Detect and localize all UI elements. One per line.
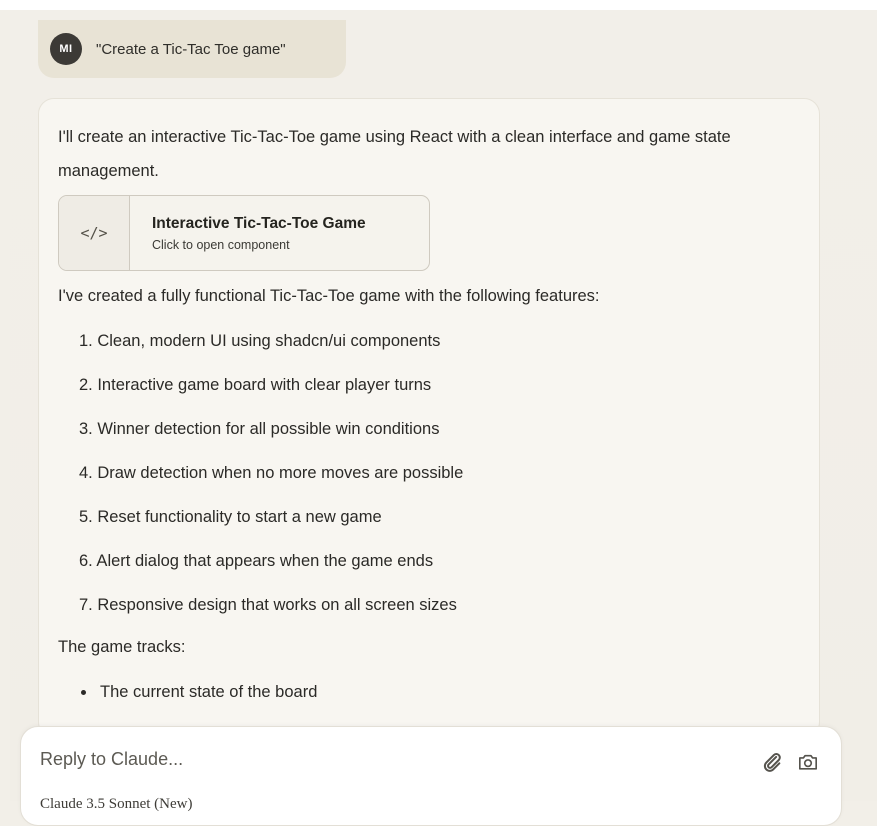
track-item-text: The current state of the board bbox=[100, 683, 318, 701]
feature-item: 4. Draw detection when no more moves are… bbox=[79, 464, 464, 482]
feature-list: 1. Clean, modern UI using shadcn/ui comp… bbox=[79, 326, 463, 634]
user-message-bubble: MI "Create a Tic-Tac Toe game" bbox=[38, 20, 346, 78]
code-icon: </> bbox=[59, 196, 130, 270]
feature-item: 6. Alert dialog that appears when the ga… bbox=[79, 552, 434, 570]
camera-icon[interactable] bbox=[797, 752, 819, 772]
user-message-text: "Create a Tic-Tac Toe game" bbox=[96, 40, 286, 58]
model-selector[interactable]: Claude 3.5 Sonnet (New) bbox=[40, 796, 192, 813]
track-item: The current state of the board bbox=[79, 677, 317, 707]
reply-composer: Claude 3.5 Sonnet (New) bbox=[20, 726, 842, 826]
artifact-text: Interactive Tic-Tac-Toe Game Click to op… bbox=[130, 196, 366, 270]
features-intro-text: I've created a fully functional Tic-Tac-… bbox=[58, 287, 600, 305]
user-avatar[interactable]: MI bbox=[50, 33, 82, 65]
feature-item: 7. Responsive design that works on all s… bbox=[79, 596, 457, 614]
feature-item: 3. Winner detection for all possible win… bbox=[79, 420, 440, 438]
feature-item: 5. Reset functionality to start a new ga… bbox=[79, 508, 382, 526]
artifact-subtitle: Click to open component bbox=[152, 237, 290, 252]
tracks-label: The game tracks: bbox=[58, 638, 186, 656]
top-strip bbox=[0, 0, 877, 10]
paperclip-icon[interactable] bbox=[761, 751, 783, 773]
assistant-intro-text: I'll create an interactive Tic-Tac-Toe g… bbox=[58, 128, 731, 180]
artifact-title: Interactive Tic-Tac-Toe Game bbox=[152, 214, 366, 232]
chat-page: MI "Create a Tic-Tac Toe game" I'll crea… bbox=[10, 10, 877, 826]
track-list: The current state of the board bbox=[79, 677, 317, 707]
bullet-icon bbox=[81, 690, 86, 696]
reply-input[interactable] bbox=[40, 749, 720, 770]
assistant-message: I'll create an interactive Tic-Tac-Toe g… bbox=[38, 98, 820, 738]
artifact-card[interactable]: </> Interactive Tic-Tac-Toe Game Click t… bbox=[58, 195, 430, 271]
feature-item: 2. Interactive game board with clear pla… bbox=[79, 376, 432, 394]
feature-item: 1. Clean, modern UI using shadcn/ui comp… bbox=[79, 332, 441, 350]
